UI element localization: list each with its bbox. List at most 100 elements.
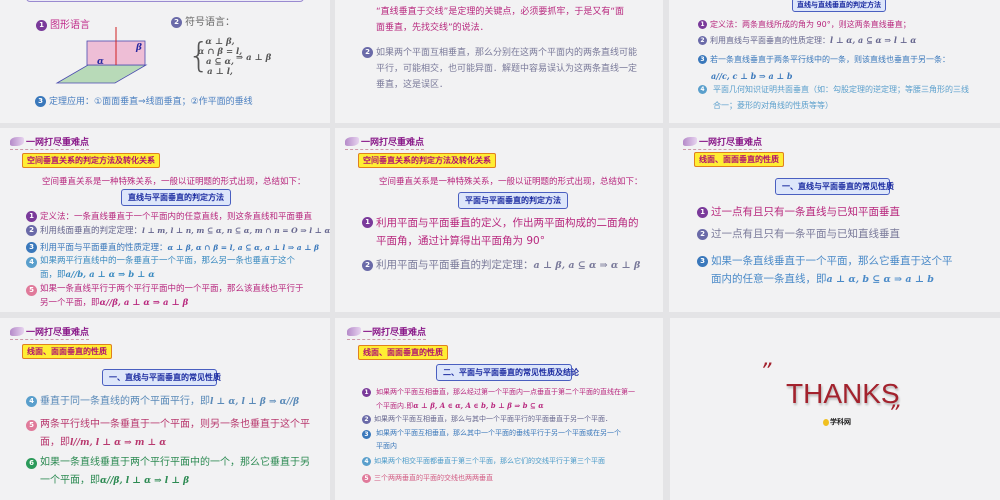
text: 利用线面垂直的判定定理： — [40, 226, 143, 236]
list-item: 4 垂直于同一条直线的两个平面平行，即l ⊥ α, l ⊥ β ⇒ α//β — [26, 392, 299, 407]
math: l ⊥ m, l ⊥ n, m ⊆ α, n ⊆ α, m ∩ n = O ⇒ … — [142, 226, 330, 235]
text: 定义法：一条直线垂直于一个平面内的任意直线，则这条直线和平面垂直 — [40, 212, 313, 222]
slide-4[interactable]: 一网打尽重难点 空间垂直关系的判定方法及转化关系 空间垂直关系是一种特殊关系，一… — [0, 128, 330, 312]
logo-icon — [10, 327, 24, 336]
list-item: 2 利用平面与平面垂直的判定定理：a ⊥ β, a ⊆ α ⇒ α ⊥ β — [362, 257, 640, 272]
condition: α ⊥ β, — [205, 37, 235, 47]
list-item: 利用平面与平面垂直的定义，作出两平面构成的二面角的平面角，通过计算得出平面角为 … — [376, 217, 639, 247]
symbol-language-label: 2 符号语言： — [171, 13, 235, 28]
logo-icon — [10, 137, 24, 146]
text: 过一点有且只有一条直线与已知平面垂直 — [711, 206, 900, 218]
section-logo: 一网打尽重难点 — [347, 325, 427, 340]
line: 面垂直，先找交线”的说法． — [376, 23, 489, 33]
topic-tag: 线面、面面垂直的性质 — [22, 344, 112, 359]
math: l//m, l ⊥ α ⇒ m ⊥ α — [70, 438, 167, 448]
intro-text: 空间垂直关系是一种特殊关系，一般以证明题的形式出现，总结如下： — [42, 177, 306, 187]
text: 利用直线与平面垂直的性质定理： — [710, 36, 830, 45]
topic-tag: 线面、面面垂直的性质 — [358, 345, 448, 360]
logo-text: 一网打尽重难点 — [361, 138, 425, 148]
number-4-icon: 4 — [26, 257, 37, 268]
number-3-icon: 3 — [26, 242, 37, 253]
list-item: 3 若一条直线垂直于两条平行线中的一条，则该直线也垂直于另一条： a//c, c ⊥… — [698, 52, 950, 85]
number-1-icon: 1 — [362, 388, 371, 397]
slide-3[interactable]: 直线与直线垂直的判定方法 1 定义法：两条直线所成的角为 90°，则这两条直线垂直… — [669, 0, 1000, 123]
thanks-title: THANKS — [786, 378, 900, 409]
list-item: 如果两平行直线中的一条垂直于一个平面，那么另一条也垂直于这个面，即a//b, a… — [40, 254, 310, 282]
section-box: 平面与平面垂直的判定方法 — [458, 192, 568, 209]
list-item: 2 利用直线与平面垂直的性质定理：l ⊥ α, a ⊆ α ⇒ l ⊥ α — [698, 35, 916, 46]
number-2-icon: 2 — [362, 259, 373, 271]
slide-9[interactable]: ” THANKS ” 学科网 — [670, 318, 1000, 500]
number-2-icon: 2 — [362, 47, 373, 58]
open-quote: ” — [760, 360, 772, 385]
math: α//β, a ⊥ α ⇒ a ⊥ β — [99, 298, 189, 308]
number-1-icon: 1 — [697, 206, 708, 218]
list-item: 2 过一点有且只有一条平面与已知直线垂直 — [697, 226, 900, 241]
logo-text: 一网打尽重难点 — [26, 328, 90, 338]
text: 三个两两垂直的平面的交线也两两垂直 — [374, 474, 493, 482]
list-item: 平面几何知识证明共面垂直（如：勾股定理的逆定理；等腰三角形的三线合一；菱形的对角… — [713, 85, 969, 110]
section-logo: 一网打尽重难点 — [10, 325, 90, 340]
item-2-text: 如果两个平面互相垂直，那么分别在这两个平面内的两条直线可能平行，可能相交，也可能… — [376, 48, 638, 90]
number-2-icon: 2 — [362, 414, 371, 424]
section-box: 二、平面与平面垂直的常见性质及结论 — [436, 364, 579, 381]
text: 利用平面与平面垂直的判定定理： — [376, 259, 534, 271]
list-item: 4 如果两个相交平面都垂直于第三个平面，那么它们的交线平行于第三个平面 — [362, 456, 605, 466]
alpha-label: α — [97, 57, 104, 67]
list-item: 如果一条直线垂直于两个平行平面中的一个，那么它垂直于另一个平面，即α//β, l… — [40, 454, 310, 490]
list-item: 1 定义法：两条直线所成的角为 90°，则这两条直线垂直； — [698, 19, 911, 30]
text: 定义法：两条直线所成的角为 90°，则这两条直线垂直； — [710, 20, 911, 29]
list-item: 两条平行线中一条垂直于一个平面，则另一条也垂直于这个平面，即l//m, l ⊥ … — [40, 416, 310, 452]
logo-text: 学科网 — [830, 418, 851, 426]
number-2-icon: 2 — [698, 36, 707, 45]
conclusion: ⇒ a ⊥ β — [236, 53, 272, 63]
logo-icon — [347, 327, 361, 336]
condition: a ⊥ l, — [207, 67, 233, 77]
list-item: 2 如果两个平面互相垂直，那么与其中一个平面平行的平面垂直于另一个平面． — [362, 414, 612, 424]
label: 符号语言： — [185, 17, 235, 28]
section-box: 直线与平面垂直的判定方法 — [121, 189, 231, 206]
text: 如果两个相交平面都垂直于第三个平面，那么它们的交线平行于第三个平面 — [374, 457, 605, 465]
logo-icon — [345, 137, 359, 146]
slide-1[interactable]: 1 图形语言 2 符号语言： α β { α ⊥ β, α ∩ β = l, a ⊆… — [0, 0, 330, 123]
math: l ⊥ α, a ⊆ α ⇒ l ⊥ α — [830, 35, 917, 45]
text: 定理应用：①面面垂直⇒线面垂直；②作平面的垂线 — [49, 97, 253, 107]
number-4-icon: 4 — [362, 456, 371, 466]
slide-8[interactable]: 一网打尽重难点 线面、面面垂直的性质 二、平面与平面垂直的常见性质及结论 1 如… — [335, 318, 663, 500]
intro-text: 空间垂直关系是一种特殊关系，一般以证明题的形式出现，总结如下： — [379, 177, 643, 187]
list-item: 2 利用线面垂直的判定定理：l ⊥ m, l ⊥ n, m ⊆ α, n ⊆ α,… — [26, 224, 330, 236]
logo-text: 一网打尽重难点 — [363, 328, 427, 338]
number-6-icon: 6 — [26, 458, 37, 469]
section-box: 直线与直线垂直的判定方法 — [792, 0, 886, 12]
line: “直线垂直于交线”是定理的关键点，必须要抓牢，于是又有“面 — [376, 7, 624, 17]
math: a//c, c ⊥ b ⇒ a ⊥ b — [711, 71, 793, 81]
topic-tag: 线面、面面垂直的性质 — [694, 152, 784, 167]
list-item: 如果两个平面互相垂直，那么其中一个平面的垂线平行于另一个平面或在另一个平面内 — [376, 429, 621, 450]
section-logo: 一网打尽重难点 — [345, 135, 425, 150]
brand-logo: 学科网 — [823, 417, 851, 427]
number-3-icon: 3 — [35, 96, 46, 107]
list-item: 5 三个两两垂直的平面的交线也两两垂直 — [362, 473, 493, 483]
list-item: 如果一条直线平行于两个平行平面中的一个平面，那么该直线也平行于另一个平面，即α/… — [40, 282, 310, 310]
beta-label: β — [136, 43, 142, 53]
item-1-text: “直线垂直于交线”是定理的关键点，必须要抓牢，于是又有“面 面垂直，先找交线”的… — [376, 4, 624, 36]
slide-7[interactable]: 一网打尽重难点 线面、面面垂直的性质 一、直线与平面垂直的常见性质 4 垂直于同一… — [0, 318, 330, 500]
number-2-icon: 2 — [171, 16, 182, 28]
number-1-icon: 1 — [698, 20, 707, 29]
number-4-icon: 4 — [698, 85, 707, 94]
text: 如果两个平面互相垂直，那么与其中一个平面平行的平面垂直于另一个平面． — [374, 415, 612, 423]
topic-tag: 空间垂直关系的判定方法及转化关系 — [358, 153, 496, 168]
math: α ⊥ β, A ∈ α, A ∈ b, b ⊥ β ⇒ b ⊆ α — [413, 401, 544, 410]
math: α ⊥ β, α ∩ β = l, a ⊆ α, a ⊥ l ⇒ a ⊥ β — [167, 243, 320, 252]
text: 垂直于同一条直线的两个平面平行，即 — [40, 396, 210, 407]
math: α//β, l ⊥ α ⇒ l ⊥ β — [100, 476, 190, 486]
slide-6[interactable]: 一网打尽重难点 线面、面面垂直的性质 一、直线与平面垂直的常见性质 1 过一点有且… — [669, 128, 1000, 312]
section-logo: 一网打尽重难点 — [683, 135, 763, 150]
header-bar — [26, 0, 304, 2]
number-5-icon: 5 — [362, 473, 371, 483]
slide-5[interactable]: 一网打尽重难点 空间垂直关系的判定方法及转化关系 空间垂直关系是一种特殊关系，一… — [335, 128, 663, 312]
section-box: 一、直线与平面垂直的常见性质 — [775, 178, 894, 195]
text: 过一点有且只有一条平面与已知直线垂直 — [711, 228, 900, 240]
list-item: 3 利用平面与平面垂直的性质定理：α ⊥ β, α ∩ β = l, a ⊆ α,… — [26, 241, 319, 253]
slide-2[interactable]: “直线垂直于交线”是定理的关键点，必须要抓牢，于是又有“面 面垂直，先找交线”的… — [335, 0, 663, 123]
